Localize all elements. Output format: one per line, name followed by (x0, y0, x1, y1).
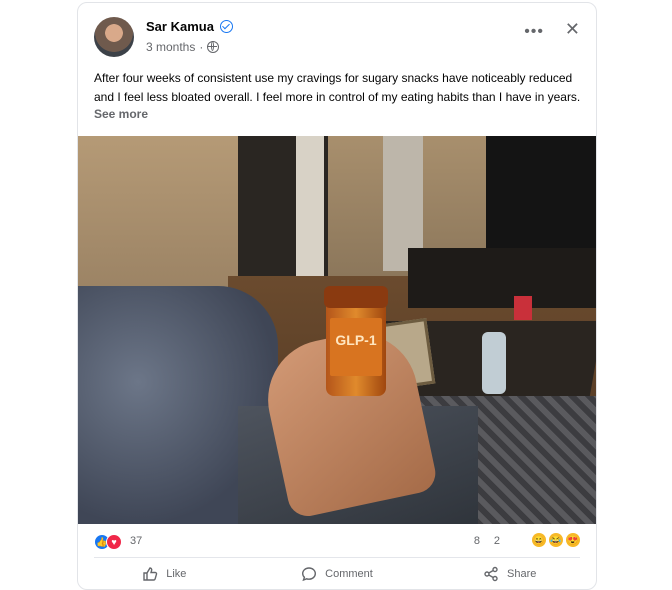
close-icon[interactable]: ✕ (565, 19, 580, 40)
tears-emoji-icon: 😂 (549, 533, 563, 547)
reaction-count[interactable]: 37 (130, 535, 142, 547)
share-button[interactable]: Share (423, 559, 596, 589)
more-options-icon[interactable]: ••• (524, 23, 544, 41)
share-icon (484, 566, 498, 582)
post-photo[interactable]: GLP-1 (78, 136, 596, 524)
share-label: Share (507, 568, 537, 580)
comment-label: Comment (325, 568, 373, 580)
post-actions: Like Comment Share (78, 559, 596, 589)
thumbs-up-icon (143, 567, 158, 581)
comment-icon (302, 567, 317, 582)
author-row: Sar Kamua (146, 19, 233, 34)
see-more-link[interactable]: See more (94, 107, 148, 121)
photo-tv-stand (408, 248, 596, 308)
meta-separator: · (199, 40, 204, 54)
post-meta: 3 months · (146, 40, 220, 54)
like-button[interactable]: Like (78, 559, 251, 589)
laugh-emoji-icon: 😄 (532, 533, 546, 547)
avatar[interactable] (94, 17, 134, 57)
globe-icon (207, 41, 220, 53)
reaction-icons[interactable]: 👍 ♥ (94, 534, 122, 550)
post-text: After four weeks of consistent use my cr… (94, 71, 581, 104)
verified-icon (219, 20, 233, 33)
author-name[interactable]: Sar Kamua (146, 19, 214, 34)
photo-tv (486, 136, 596, 248)
post-header: Sar Kamua 3 months · ••• ✕ (94, 17, 580, 59)
photo-water-bottle (482, 332, 506, 394)
photo-cup (514, 296, 532, 320)
divider (94, 557, 580, 558)
comment-count[interactable]: 8 (474, 535, 480, 547)
photo-bottle-title: GLP-1 (335, 332, 377, 348)
post-card: Sar Kamua 3 months · ••• ✕ After four we… (77, 2, 597, 590)
comment-button[interactable]: Comment (251, 559, 424, 589)
like-label: Like (166, 568, 187, 580)
photo-bottle-cap (324, 286, 388, 308)
post-time[interactable]: 3 months (146, 40, 195, 54)
share-count[interactable]: 2 (494, 535, 500, 547)
emoji-reactions[interactable]: 😄 😂 😍 (532, 533, 580, 547)
heart-eyes-emoji-icon: 😍 (566, 533, 580, 547)
post-stats: 👍 ♥ 37 8 2 😄 😂 😍 (94, 530, 580, 554)
love-reaction-icon: ♥ (106, 534, 122, 550)
